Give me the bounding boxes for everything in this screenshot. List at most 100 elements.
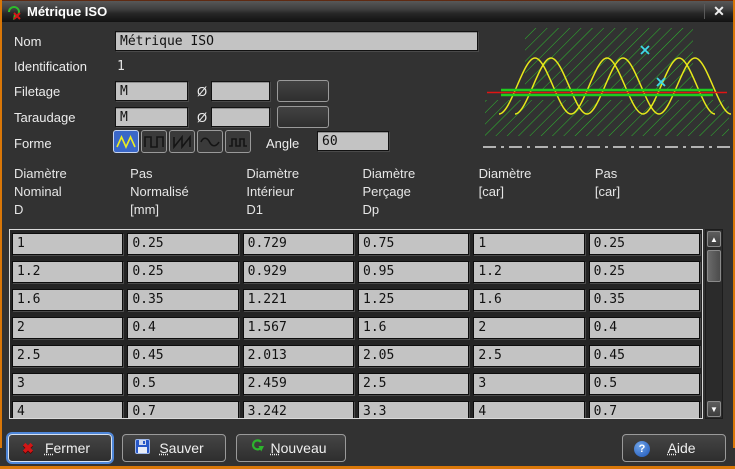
table-cell[interactable]: 0.45 [589,345,700,367]
identification-label: Identification [14,59,87,74]
taraudage-diameter-symbol: Ø [197,110,207,125]
table-cell[interactable]: 2.5 [358,373,469,395]
thread-table: 10.250.7290.7510.251.20.250.9290.951.20.… [9,229,703,419]
table-cell[interactable]: 0.75 [358,233,469,255]
filetage-prefix-input[interactable] [115,81,188,101]
save-disk-icon [132,439,152,457]
forme-button-group [113,130,251,153]
taraudage-label: Taraudage [14,110,75,125]
table-cell[interactable]: 0.95 [358,261,469,283]
nom-input[interactable] [115,31,478,51]
table-cell[interactable]: 4 [473,401,584,419]
aide-button[interactable]: ? Aide [622,434,726,462]
taraudage-browse-button[interactable] [277,106,329,128]
table-cell[interactable]: 0.7 [127,401,238,419]
filetage-browse-button[interactable] [277,80,329,102]
forme-square-wave-button[interactable] [141,130,167,153]
column-header: PasNormalisé[mm] [125,165,238,219]
table-row: 40.73.2423.340.7 [12,401,700,419]
table-row: 2.50.452.0132.052.50.45 [12,345,700,367]
column-header: Diamètre[car] [474,165,587,219]
table-cell[interactable]: 3 [473,373,584,395]
nouveau-button[interactable]: Nouveau [236,434,346,462]
table-cell[interactable]: 2.05 [358,345,469,367]
sine-wave-icon [200,135,220,149]
table-cell[interactable]: 3.3 [358,401,469,419]
column-header: DiamètreIntérieurD1 [241,165,354,219]
table-cell[interactable]: 0.5 [589,373,700,395]
table-cell[interactable]: 0.5 [127,373,238,395]
table-cell[interactable]: 2.5 [12,345,123,367]
forme-sine-wave-button[interactable] [197,130,223,153]
table-cell[interactable]: 0.25 [127,261,238,283]
forme-triangle-wave-button[interactable] [113,130,139,153]
table-row: 1.20.250.9290.951.20.25 [12,261,700,283]
table-cell[interactable]: 1.221 [243,289,354,311]
table-scrollbar[interactable]: ▲ ▼ [705,229,723,419]
taraudage-diameter-input[interactable] [211,107,270,127]
table-cell[interactable]: 0.929 [243,261,354,283]
scrollbar-thumb[interactable] [707,250,721,282]
table-cell[interactable]: 0.25 [127,233,238,255]
table-cell[interactable]: 1.567 [243,317,354,339]
window-border-left [0,0,2,448]
table-cell[interactable]: 1.2 [12,261,123,283]
table-row: 20.41.5671.620.4 [12,317,700,339]
table-cell[interactable]: 0.45 [127,345,238,367]
titlebar-separator [704,4,705,19]
filetage-diameter-input[interactable] [211,81,270,101]
angle-label: Angle [266,136,299,151]
thread-profile-preview [483,24,733,152]
nom-label: Nom [14,34,41,49]
sauver-button[interactable]: Sauver [122,434,226,462]
table-row: 10.250.7290.7510.25 [12,233,700,255]
pulse-wave-icon [228,135,248,149]
fermer-button[interactable]: ✖ Fermer [8,434,112,462]
thread-settings-dialog: Métrique ISO ✕ Nom Identification 1 File… [0,0,735,469]
taraudage-prefix-input[interactable] [115,107,188,127]
identification-value: 1 [117,59,125,74]
table-cell[interactable]: 0.25 [589,261,700,283]
table-cell[interactable]: 0.7 [589,401,700,419]
table-header-row: DiamètreNominalDPasNormalisé[mm]Diamètre… [9,165,703,219]
filetage-label: Filetage [14,84,60,99]
close-x-icon: ✖ [18,440,38,457]
table-cell[interactable]: 1 [12,233,123,255]
titlebar[interactable]: Métrique ISO ✕ [0,0,735,22]
table-cell[interactable]: 1.6 [473,289,584,311]
table-cell[interactable]: 1.25 [358,289,469,311]
table-row: 30.52.4592.530.5 [12,373,700,395]
angle-input[interactable] [317,131,389,151]
forme-sawtooth-wave-button[interactable] [169,130,195,153]
scroll-down-icon[interactable]: ▼ [707,401,721,417]
table-cell[interactable]: 0.4 [589,317,700,339]
table-cell[interactable]: 1.6 [12,289,123,311]
table-cell[interactable]: 2.5 [473,345,584,367]
table-cell[interactable]: 2.013 [243,345,354,367]
table-cell[interactable]: 4 [12,401,123,419]
new-arrow-icon [246,439,266,457]
forme-label: Forme [14,136,52,151]
table-cell[interactable]: 2 [12,317,123,339]
table-row: 1.60.351.2211.251.60.35 [12,289,700,311]
table-cell[interactable]: 0.35 [127,289,238,311]
table-cell[interactable]: 0.35 [589,289,700,311]
filetage-diameter-symbol: Ø [197,84,207,99]
table-cell[interactable]: 3 [12,373,123,395]
close-icon[interactable]: ✕ [710,1,728,22]
triangle-wave-icon [116,135,136,149]
table-cell[interactable]: 0.4 [127,317,238,339]
table-cell[interactable]: 3.242 [243,401,354,419]
table-cell[interactable]: 1.2 [473,261,584,283]
table-cell[interactable]: 2 [473,317,584,339]
table-cell[interactable]: 1.6 [358,317,469,339]
square-wave-icon [144,135,164,149]
table-cell[interactable]: 2.459 [243,373,354,395]
forme-pulse-wave-button[interactable] [225,130,251,153]
column-header: Pas[car] [590,165,703,219]
table-cell[interactable]: 1 [473,233,584,255]
column-header: DiamètrePerçageDp [357,165,470,219]
table-cell[interactable]: 0.25 [589,233,700,255]
table-cell[interactable]: 0.729 [243,233,354,255]
scroll-up-icon[interactable]: ▲ [707,231,721,247]
